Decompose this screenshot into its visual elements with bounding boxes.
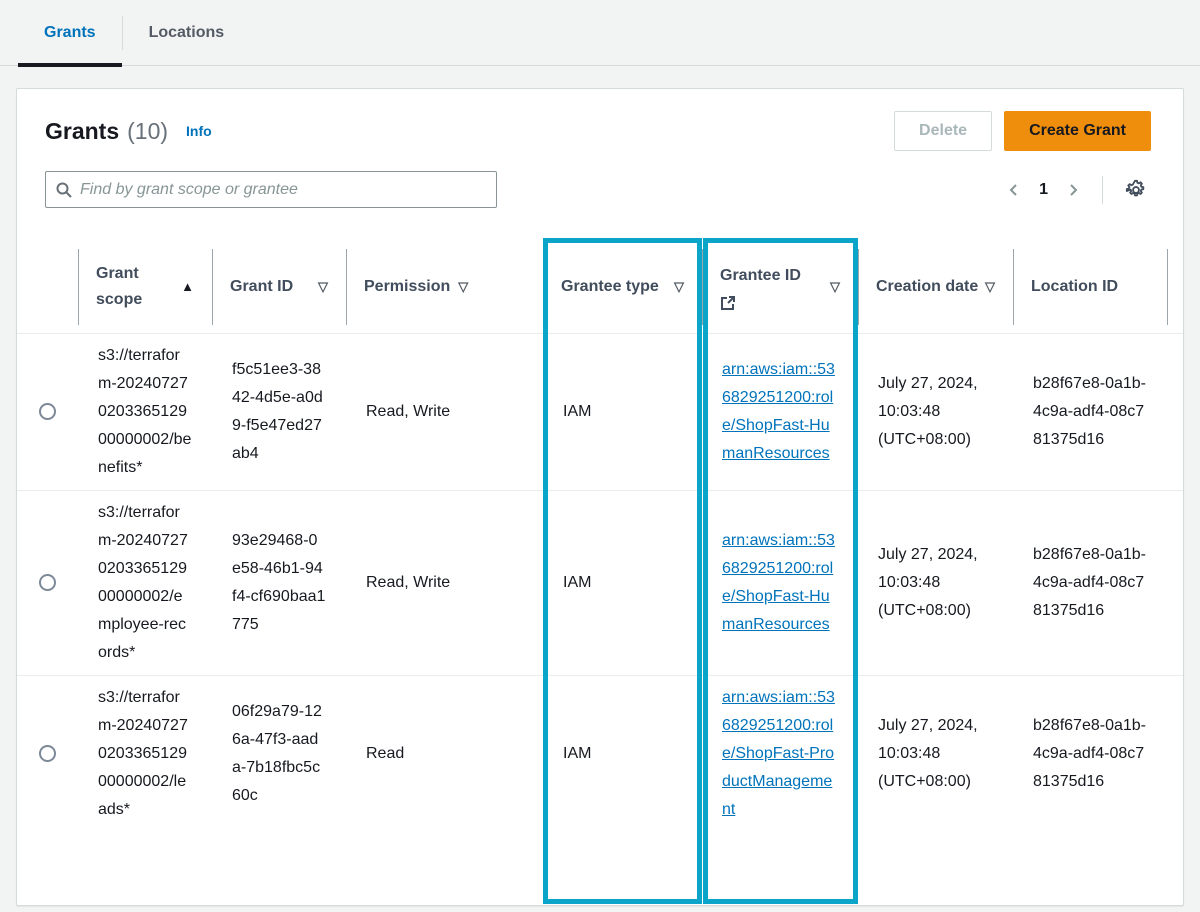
sort-icon: ▽: [670, 274, 684, 300]
cell-grant-id: 93e29468-0e58-46b1-94f4-cf690baa1775: [212, 490, 346, 675]
header-grantee-type[interactable]: Grantee type ▽: [543, 241, 702, 333]
cell-location-id: b28f67e8-0a1b-4c9a-adf4-08c781375d16: [1013, 675, 1167, 832]
cell-grantee-type: IAM: [543, 490, 702, 675]
table-row: s3://terraform-2024072702033651290000000…: [17, 333, 1183, 490]
gear-icon: [1125, 179, 1147, 201]
header-cut-column: [1167, 241, 1183, 333]
grants-panel: Grants (10) Info Delete Create Grant: [16, 88, 1184, 906]
grantee-id-link[interactable]: arn:aws:iam::536829251200:role/ShopFast-…: [722, 532, 835, 633]
pager-divider: [1102, 176, 1103, 204]
header-selection: [17, 241, 78, 333]
current-page[interactable]: 1: [1039, 181, 1048, 199]
tab-bar: Grants Locations: [0, 0, 1200, 66]
cell-grantee-type: IAM: [543, 675, 702, 832]
cell-grantee-id: arn:aws:iam::536829251200:role/ShopFast-…: [702, 490, 858, 675]
row-radio-button[interactable]: [39, 403, 56, 420]
cell-permission: Read, Write: [346, 490, 543, 675]
sort-icon: ▽: [981, 274, 995, 300]
tab-locations-label: Locations: [149, 24, 225, 42]
page-title: Grants: [45, 118, 119, 145]
cell-selection: [17, 333, 78, 490]
cell-grant-id: 06f29a79-126a-47f3-aada-7b18fbc5c60c: [212, 675, 346, 832]
panel-header: Grants (10) Info Delete Create Grant: [17, 89, 1183, 208]
table-header-row: Grant scope▲ Grant ID▽ Permission▽ Grant…: [17, 241, 1183, 333]
cell-selection: [17, 675, 78, 832]
tab-grants[interactable]: Grants: [18, 0, 122, 65]
tab-locations[interactable]: Locations: [123, 0, 251, 65]
cell-creation-date: July 27, 2024, 10:03:48 (UTC+08:00): [858, 675, 1013, 832]
grantee-id-link[interactable]: arn:aws:iam::536829251200:role/ShopFast-…: [722, 361, 835, 462]
header-grantee-id[interactable]: Grantee ID ▽: [702, 241, 858, 333]
chevron-left-icon: [1007, 182, 1021, 198]
table-row: s3://terraform-2024072702033651290000000…: [17, 675, 1183, 832]
create-grant-button[interactable]: Create Grant: [1004, 111, 1151, 151]
cell-creation-date: July 27, 2024, 10:03:48 (UTC+08:00): [858, 490, 1013, 675]
next-page-button[interactable]: [1062, 178, 1084, 202]
grants-table: Grant scope▲ Grant ID▽ Permission▽ Grant…: [17, 241, 1183, 832]
header-location-id-label: Location ID: [1031, 274, 1118, 300]
cell-grantee-id: arn:aws:iam::536829251200:role/ShopFast-…: [702, 675, 858, 832]
cell-cut: [1167, 333, 1183, 490]
search-icon: [56, 182, 72, 198]
pagination: 1: [1003, 175, 1151, 205]
header-permission-label: Permission: [364, 274, 450, 300]
sort-icon: ▽: [454, 274, 468, 300]
cell-creation-date: July 27, 2024, 10:03:48 (UTC+08:00): [858, 333, 1013, 490]
cell-grant-id: f5c51ee3-3842-4d5e-a0d9-f5e47ed27ab4: [212, 333, 346, 490]
tab-grants-label: Grants: [44, 24, 96, 42]
header-grant-scope[interactable]: Grant scope▲: [78, 241, 212, 333]
row-radio-button[interactable]: [39, 574, 56, 591]
header-location-id[interactable]: Location ID: [1013, 241, 1167, 333]
sort-icon: ▽: [826, 274, 840, 300]
row-radio-button[interactable]: [39, 745, 56, 762]
sort-ascending-icon: ▲: [177, 274, 194, 300]
cell-permission: Read, Write: [346, 333, 543, 490]
cell-selection: [17, 490, 78, 675]
search-input[interactable]: [80, 181, 486, 199]
cell-grantee-id: arn:aws:iam::536829251200:role/ShopFast-…: [702, 333, 858, 490]
header-creation-date[interactable]: Creation date▽: [858, 241, 1013, 333]
external-link-icon: [720, 295, 801, 311]
info-link[interactable]: Info: [186, 123, 212, 139]
header-grantee-type-label: Grantee type: [561, 274, 659, 300]
chevron-right-icon: [1066, 182, 1080, 198]
delete-button[interactable]: Delete: [894, 111, 992, 151]
item-count: (10): [127, 118, 168, 145]
cell-location-id: b28f67e8-0a1b-4c9a-adf4-08c781375d16: [1013, 333, 1167, 490]
sort-icon: ▽: [314, 274, 328, 300]
cell-grant-scope: s3://terraform-2024072702033651290000000…: [78, 675, 212, 832]
header-grant-id[interactable]: Grant ID ▽: [212, 241, 346, 333]
header-permission[interactable]: Permission▽: [346, 241, 543, 333]
prev-page-button[interactable]: [1003, 178, 1025, 202]
settings-button[interactable]: [1121, 175, 1151, 205]
table-row: s3://terraform-2024072702033651290000000…: [17, 490, 1183, 675]
cell-permission: Read: [346, 675, 543, 832]
search-box[interactable]: [45, 171, 497, 208]
header-grantee-id-label: Grantee ID: [720, 267, 801, 284]
cell-grant-scope: s3://terraform-2024072702033651290000000…: [78, 333, 212, 490]
header-grant-id-label: Grant ID: [230, 274, 293, 300]
cell-location-id: b28f67e8-0a1b-4c9a-adf4-08c781375d16: [1013, 490, 1167, 675]
cell-cut: [1167, 675, 1183, 832]
header-grant-scope-label: Grant scope: [96, 261, 177, 313]
cell-grantee-type: IAM: [543, 333, 702, 490]
cell-cut: [1167, 490, 1183, 675]
cell-grant-scope: s3://terraform-2024072702033651290000000…: [78, 490, 212, 675]
grantee-id-link[interactable]: arn:aws:iam::536829251200:role/ShopFast-…: [722, 689, 835, 818]
header-creation-date-label: Creation date: [876, 274, 978, 300]
